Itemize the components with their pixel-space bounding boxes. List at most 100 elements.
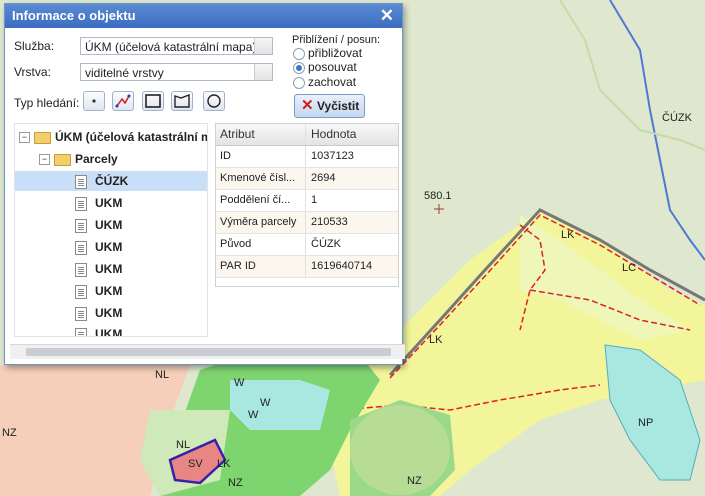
radio-icon[interactable]: [293, 47, 305, 60]
forest-patch: [350, 405, 450, 495]
label-w: W: [260, 397, 271, 409]
tree-item[interactable]: ČÚZK: [15, 171, 207, 191]
radio-icon[interactable]: [293, 76, 305, 89]
table-row: Původ ČÚZK: [216, 234, 398, 256]
collapse-icon[interactable]: −: [19, 132, 30, 144]
radio-zoom-in[interactable]: přibližovat: [293, 47, 362, 60]
label-lk: LK: [561, 229, 575, 241]
clear-button-label: Vyčistit: [317, 99, 360, 113]
tree-item[interactable]: UKM: [75, 237, 122, 257]
label-w: W: [248, 409, 259, 421]
layer-select[interactable]: viditelné vrstvy: [80, 63, 273, 81]
point-tool-button[interactable]: [83, 91, 105, 111]
attr-name: Výměra parcely: [220, 216, 297, 228]
chevron-down-icon[interactable]: [254, 64, 272, 80]
label-lk: LK: [217, 458, 231, 470]
table-row: ID 1037123: [216, 146, 398, 168]
rectangle-icon: [145, 94, 161, 108]
attr-value: 1619640714: [311, 260, 373, 272]
attr-name: ID: [220, 150, 231, 162]
service-select[interactable]: ÚKM (účelová katastrální mapa): [80, 37, 273, 55]
column-header[interactable]: Atribut: [220, 124, 302, 145]
radio-keep[interactable]: zachovat: [293, 76, 356, 89]
scrollbar-thumb[interactable]: [26, 348, 391, 356]
tree-item[interactable]: UKM: [75, 193, 122, 213]
attribute-table: Atribut Hodnota ID 1037123 Kmenové čísl.…: [215, 123, 399, 287]
table-row: Kmenové čísl... 2694: [216, 168, 398, 190]
label-np: NP: [638, 417, 653, 429]
tree-item-label: UKM: [95, 218, 123, 232]
water-w: [230, 380, 330, 430]
label-cuzk: ČÚZK: [662, 111, 693, 124]
label-elevation: 580.1: [424, 190, 452, 202]
document-icon: [75, 262, 87, 277]
tree-node-root[interactable]: − ÚKM (účelová katastrální m: [19, 127, 208, 147]
dialog-titlebar[interactable]: Informace o objektu ✕: [5, 4, 402, 28]
label-sv: SV: [188, 458, 203, 470]
attr-value: 1: [311, 194, 318, 206]
tree-item[interactable]: UKM: [75, 324, 123, 337]
polyline-icon: [115, 94, 131, 108]
object-info-dialog: Informace o objektu ✕ Služba: ÚKM (účelo…: [4, 3, 405, 365]
attr-name: Poddělení čí...: [220, 194, 291, 206]
tree-item[interactable]: UKM: [75, 215, 122, 235]
search-type-label: Typ hledání:: [14, 96, 80, 110]
attr-name: Původ: [220, 238, 252, 250]
folder-icon: [54, 153, 71, 166]
dialog-title: Informace o objektu: [12, 8, 136, 23]
document-icon: [75, 284, 87, 299]
table-header: Atribut Hodnota: [216, 124, 398, 146]
document-icon: [75, 306, 87, 321]
radio-pan[interactable]: posouvat: [293, 61, 357, 74]
line-tool-button[interactable]: [112, 91, 134, 111]
layer-label: Vrstva:: [14, 65, 51, 79]
attr-value: 1037123: [311, 150, 354, 162]
tree-group-label: Parcely: [75, 152, 118, 166]
polygon-tool-button[interactable]: [171, 91, 193, 111]
collapse-icon[interactable]: −: [39, 154, 50, 166]
attr-value: ČÚZK: [311, 238, 341, 250]
tree-item-label: UKM: [95, 284, 123, 298]
tree-item-label: UKM: [95, 262, 123, 276]
folder-icon: [34, 131, 51, 144]
radio-icon[interactable]: [293, 61, 305, 74]
tree-item[interactable]: UKM: [75, 281, 122, 301]
tree-item[interactable]: UKM: [75, 259, 122, 279]
horizontal-scrollbar[interactable]: [10, 344, 405, 359]
clear-icon: ✕: [301, 97, 314, 114]
layer-value: viditelné vrstvy: [85, 66, 164, 80]
service-value: ÚKM (účelová katastrální mapa): [85, 40, 257, 54]
close-icon[interactable]: ✕: [380, 4, 394, 28]
tree-scrollbar[interactable]: [207, 124, 208, 336]
tree-root-label: ÚKM (účelová katastrální m: [55, 130, 208, 144]
table-row: Poddělení čí... 1: [216, 190, 398, 212]
tree-item-label: UKM: [95, 196, 123, 210]
chevron-down-icon[interactable]: [254, 38, 272, 54]
document-icon: [75, 174, 87, 189]
zoom-pan-label: Přiblížení / posun:: [292, 34, 381, 46]
radio-label: přibližovat: [308, 46, 363, 60]
column-header[interactable]: Hodnota: [311, 124, 395, 145]
table-row: PAR ID 1619640714: [216, 256, 398, 278]
circle-tool-button[interactable]: [203, 91, 225, 111]
tree-item-label: UKM: [95, 327, 123, 337]
tree-item-label: UKM: [95, 240, 123, 254]
radio-label: posouvat: [308, 60, 357, 74]
rectangle-tool-button[interactable]: [142, 91, 164, 111]
tree-item-label: ČÚZK: [95, 174, 129, 188]
label-lk: LK: [429, 334, 443, 346]
clear-button[interactable]: ✕ Vyčistit: [294, 94, 365, 118]
label-nz: NZ: [228, 477, 243, 489]
tree-node-group[interactable]: − Parcely: [39, 149, 118, 169]
attr-value: 2694: [311, 172, 336, 184]
label-nl: NL: [155, 369, 169, 381]
attr-name: Kmenové čísl...: [220, 172, 296, 184]
label-nz: NZ: [2, 427, 17, 439]
tree-item[interactable]: UKM: [75, 303, 122, 323]
result-tree[interactable]: − ÚKM (účelová katastrální m − Parcely ČÚZ…: [14, 123, 208, 337]
label-nz: NZ: [407, 475, 422, 487]
circle-icon: [207, 94, 221, 108]
service-label: Služba:: [14, 39, 55, 53]
attr-value: 210533: [311, 216, 348, 228]
radio-label: zachovat: [308, 75, 357, 89]
